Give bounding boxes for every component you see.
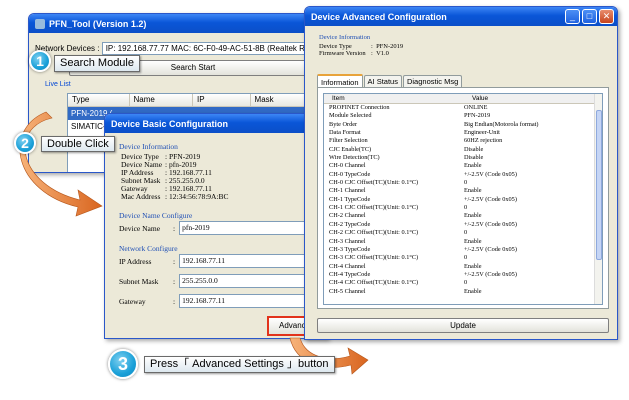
step-1-badge: 1 [29,50,51,72]
step-2-badge: 2 [14,132,36,154]
step-1-label: Search Module [54,55,140,72]
step-2-label: Double Click [41,136,115,152]
step-3-label: Press「 Advanced Settings 」button [144,356,335,373]
step-3-badge: 3 [108,349,138,379]
double-click-arrow [19,111,103,217]
